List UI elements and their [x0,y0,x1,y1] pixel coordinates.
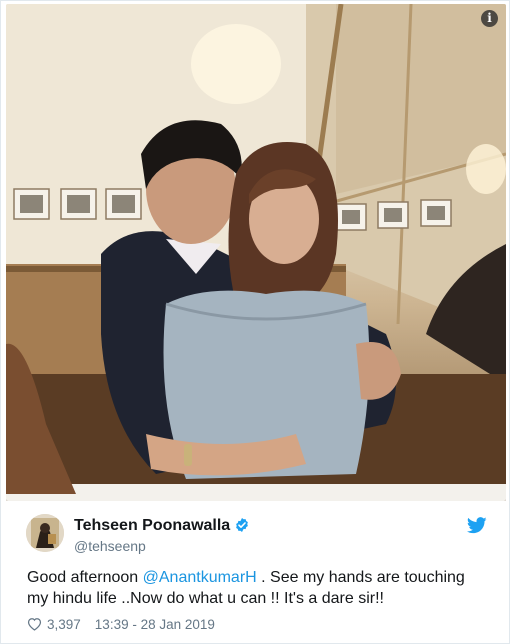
heart-icon[interactable] [27,617,42,631]
tweet-footer: 3,397 13:39 - 28 Jan 2019 [27,614,215,634]
avatar[interactable] [26,514,64,552]
photo-illustration [6,4,506,501]
timestamp[interactable]: 13:39 - 28 Jan 2019 [95,617,215,632]
like-count[interactable]: 3,397 [47,617,81,632]
tweet-text-start: Good afternoon [27,569,143,586]
tweet-card: i Tehseen Poonawalla @tehseenp Good afte… [0,0,510,644]
verified-icon [236,518,248,532]
author-name[interactable]: Tehseen Poonawalla [74,517,230,535]
twitter-bird-icon[interactable] [467,517,487,534]
mention-link[interactable]: @AnantkumarH [143,569,257,586]
tweet-text: Good afternoon @AnantkumarH . See my han… [27,567,487,609]
info-icon[interactable]: i [481,10,498,27]
author-handle[interactable]: @tehseenp [74,538,146,554]
tweet-photo[interactable]: i [6,4,506,501]
avatar-image [26,514,64,552]
